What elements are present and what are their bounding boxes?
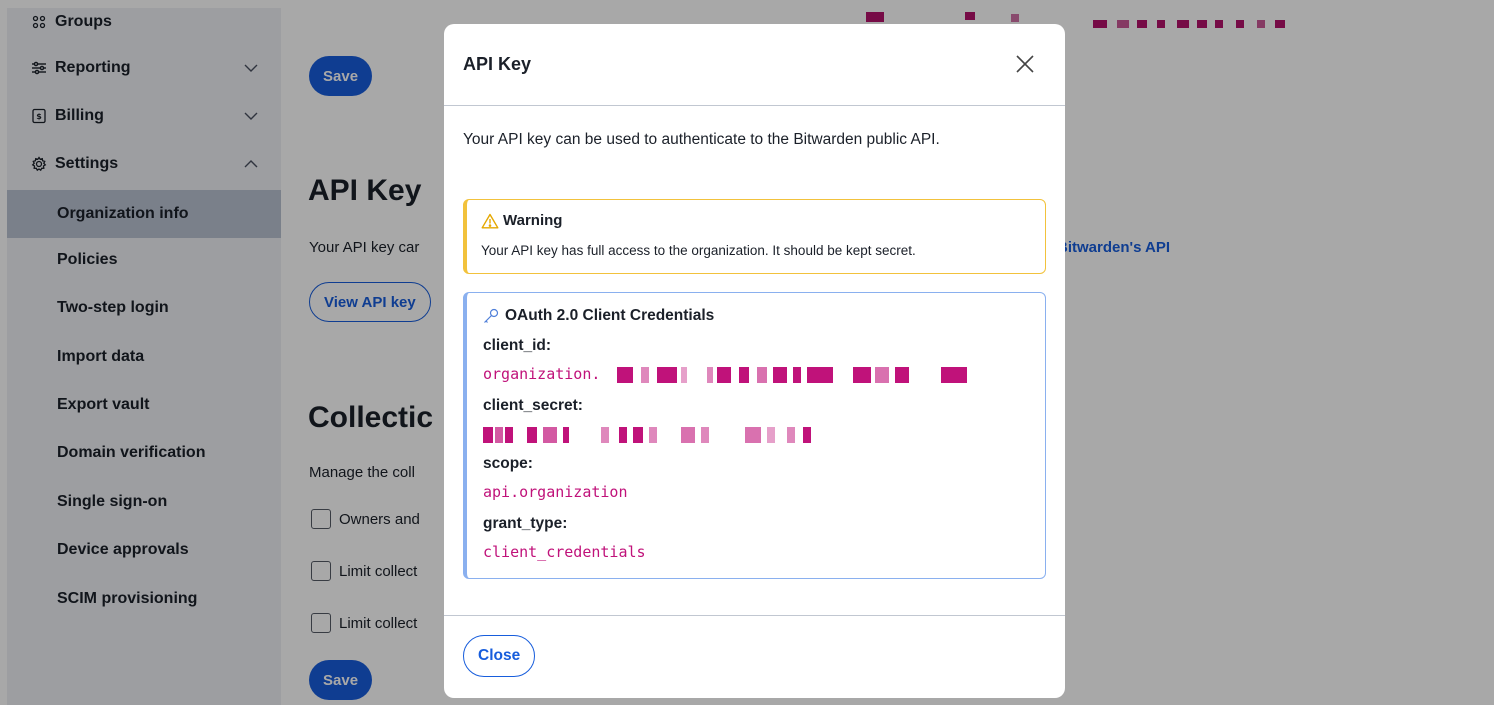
warning-icon: [481, 213, 499, 229]
dialog-title: API Key: [463, 54, 532, 74]
close-icon[interactable]: [1012, 51, 1038, 77]
key-icon: [483, 308, 499, 324]
scope-label: scope:: [483, 455, 533, 472]
api-key-dialog: API Key Your API key can be used to auth…: [444, 24, 1065, 698]
warning-title-text: Warning: [503, 212, 563, 229]
client-id-prefix: organization.: [483, 365, 601, 383]
dialog-description: Your API key can be used to authenticate…: [463, 131, 940, 148]
grant-type-label: grant_type:: [483, 515, 568, 532]
credentials-title: OAuth 2.0 Client Credentials: [483, 307, 714, 325]
client-secret-label: client_secret:: [483, 397, 583, 414]
scope-value[interactable]: api.organization: [483, 483, 628, 501]
credentials-callout: OAuth 2.0 Client Credentials client_id: …: [463, 292, 1046, 579]
client-id-label: client_id:: [483, 337, 552, 354]
client-secret-redacted[interactable]: [483, 427, 843, 443]
close-button[interactable]: Close: [463, 635, 536, 677]
warning-text: Your API key has full access to the orga…: [481, 243, 916, 258]
dialog-footer: Close: [444, 615, 1065, 698]
client-id-value[interactable]: organization.: [483, 365, 600, 383]
warning-callout: Warning Your API key has full access to …: [463, 199, 1046, 274]
dialog-header: API Key: [444, 24, 1065, 106]
warning-title: Warning: [481, 212, 562, 229]
grant-type-value[interactable]: client_credentials: [483, 543, 646, 561]
credentials-title-text: OAuth 2.0 Client Credentials: [505, 307, 715, 324]
client-id-redacted: [617, 367, 1021, 383]
